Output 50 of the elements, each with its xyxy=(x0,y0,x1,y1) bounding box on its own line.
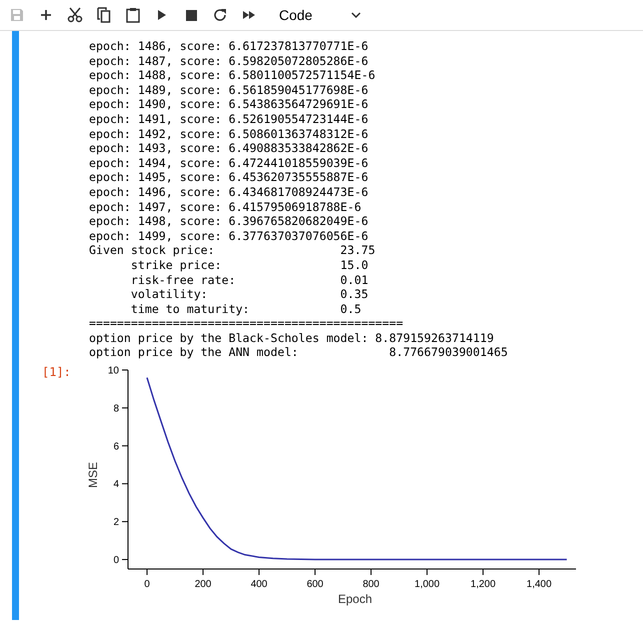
output-line: epoch: 1491, score: 6.526190554723144E-6 xyxy=(89,112,370,127)
output-line: epoch: 1498, score: 6.396765820682049E-6 xyxy=(89,214,370,229)
y-tick-label: 6 xyxy=(113,441,119,452)
cell-type-dropdown[interactable]: Code xyxy=(275,3,365,27)
scissors-icon xyxy=(67,7,83,23)
output-line: epoch: 1490, score: 6.543863564729691E-6 xyxy=(89,97,370,112)
clipboard-icon xyxy=(126,7,140,23)
output-line: epoch: 1492, score: 6.508601363748312E-6 xyxy=(89,126,370,142)
output-line: epoch: 1488, score: 6.5801100572571154E-6 xyxy=(89,68,376,83)
x-tick-label: 1,400 xyxy=(526,579,552,590)
x-tick-label: 400 xyxy=(250,579,268,590)
y-axis-title: MSE xyxy=(86,462,100,488)
output-line: epoch: 1496, score: 6.434681708924473E-6 xyxy=(89,184,370,200)
save-icon xyxy=(10,8,24,22)
copy-icon xyxy=(97,7,111,23)
x-tick-label: 200 xyxy=(194,579,212,590)
output-line: time to maturity: 0.5 xyxy=(130,302,362,316)
y-tick-label: 2 xyxy=(113,517,119,528)
y-tick-label: 4 xyxy=(113,479,119,490)
y-tick-label: 10 xyxy=(108,366,119,377)
output-line: epoch: 1497, score: 6.41579506918788E-6 xyxy=(89,200,362,214)
output-line: epoch: 1493, score: 6.490883533842862E-6 xyxy=(89,141,370,156)
output-line: volatility: 0.35 xyxy=(130,287,370,302)
y-tick-label: 0 xyxy=(113,555,119,566)
plus-icon xyxy=(40,9,52,21)
output-line: ============================================= xyxy=(89,316,404,331)
play-icon xyxy=(157,9,167,21)
caret-icon xyxy=(351,12,361,18)
output-line: Given stock price: 23.75 xyxy=(89,243,376,258)
output-line: epoch: 1489, score: 6.561859045177698E-6 xyxy=(89,82,370,98)
x-tick-label: 600 xyxy=(306,579,324,590)
output-line: option price by the ANN model: 8.776679039001465 xyxy=(89,345,509,360)
x-axis-title: Epoch xyxy=(338,592,372,606)
output-line: epoch: 1499, score: 6.377637037076056E-6 xyxy=(89,228,370,244)
output-line: option price by the Black-Scholes model: 8.879159263714119 xyxy=(89,330,495,346)
output-line: epoch: 1487, score: 6.598205072805286E-6 xyxy=(89,54,370,68)
output-line: risk-free rate: 0.01 xyxy=(130,272,370,288)
x-tick-label: 1,200 xyxy=(470,579,496,590)
output-line: epoch: 1494, score: 6.472441018559039E-6 xyxy=(89,156,370,170)
y-tick-label: 8 xyxy=(113,403,119,414)
output-line: epoch: 1486, score: 6.617237813770771E-6 xyxy=(89,39,370,54)
stop-icon xyxy=(186,10,196,20)
restart-icon xyxy=(213,8,227,22)
output-line: epoch: 1495, score: 6.453620735555887E-6 xyxy=(89,170,370,185)
fast-forward-icon xyxy=(242,10,256,20)
output-line: strike price: 15.0 xyxy=(130,258,370,272)
x-tick-label: 800 xyxy=(362,579,380,590)
x-tick-label: 0 xyxy=(144,579,150,590)
x-tick-label: 1,000 xyxy=(414,579,440,590)
execution-prompt: [1]: xyxy=(42,365,72,380)
